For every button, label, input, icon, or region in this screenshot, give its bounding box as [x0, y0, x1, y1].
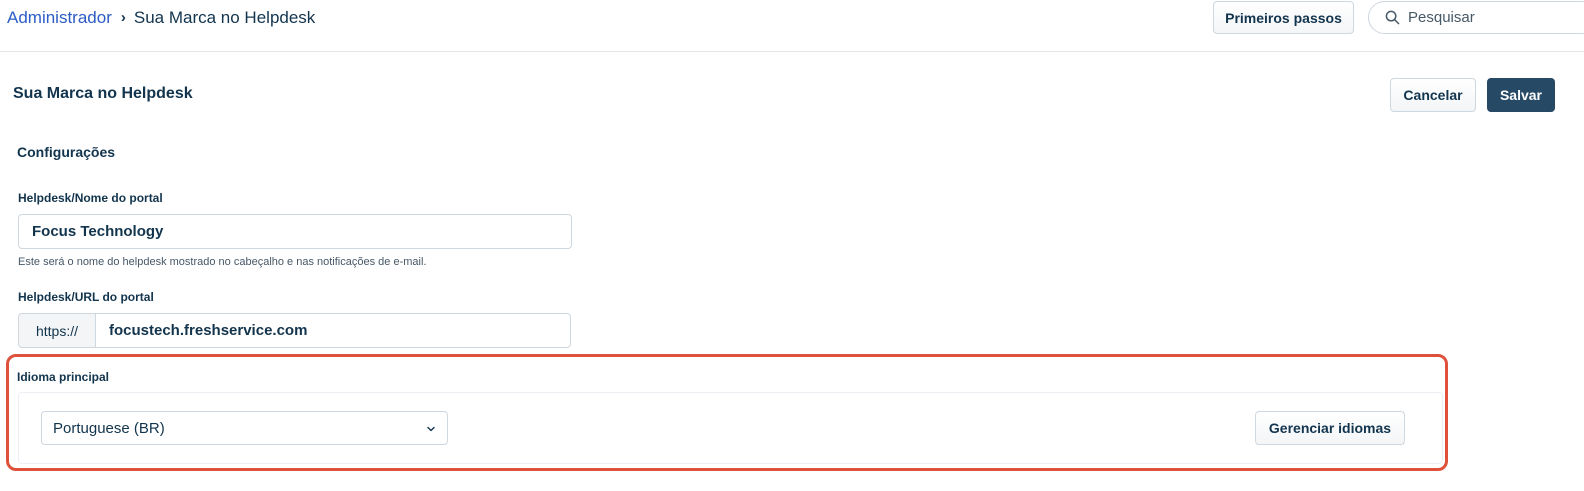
- search-placeholder: Pesquisar: [1408, 9, 1475, 26]
- portal-name-hint: Este será o nome do helpdesk mostrado no…: [18, 256, 427, 268]
- portal-url-input[interactable]: focustech.freshservice.com: [96, 313, 571, 348]
- save-button[interactable]: Salvar: [1487, 78, 1555, 112]
- search-icon: [1385, 10, 1400, 25]
- manage-languages-button[interactable]: Gerenciar idiomas: [1255, 411, 1405, 445]
- portal-name-label: Helpdesk/Nome do portal: [18, 191, 163, 205]
- cancel-button[interactable]: Cancelar: [1390, 78, 1476, 112]
- search-box[interactable]: Pesquisar: [1368, 1, 1584, 34]
- portal-url-prefix: https://: [18, 313, 96, 348]
- getting-started-button[interactable]: Primeiros passos: [1213, 1, 1354, 34]
- breadcrumb: Administrador › Sua Marca no Helpdesk: [7, 8, 315, 28]
- primary-language-select[interactable]: Portuguese (BR): [41, 411, 448, 445]
- breadcrumb-current: Sua Marca no Helpdesk: [133, 8, 316, 27]
- portal-url-label: Helpdesk/URL do portal: [18, 290, 154, 304]
- portal-name-input[interactable]: Focus Technology: [18, 214, 572, 249]
- chevron-down-icon: [427, 426, 435, 432]
- breadcrumb-admin-link[interactable]: Administrador: [7, 8, 112, 28]
- primary-language-value: Portuguese (BR): [53, 419, 165, 437]
- portal-url-group: https:// focustech.freshservice.com: [18, 313, 571, 348]
- primary-language-label: Idioma principal: [17, 370, 110, 384]
- top-bar: Administrador › Sua Marca no Helpdesk Pr…: [0, 0, 1584, 52]
- breadcrumb-separator: ›: [120, 9, 126, 26]
- settings-section-title: Configurações: [17, 144, 116, 160]
- page-title: Sua Marca no Helpdesk: [13, 85, 193, 102]
